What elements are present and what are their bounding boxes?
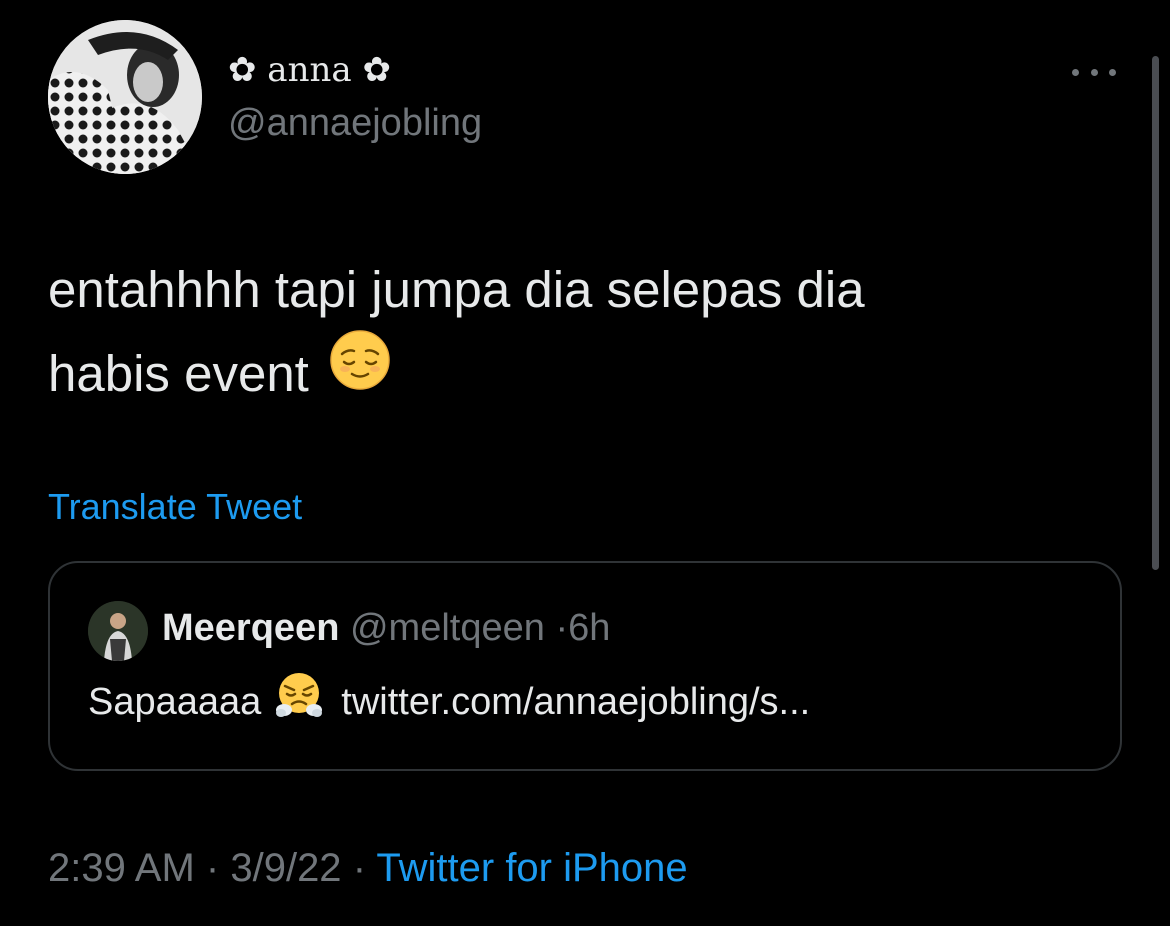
scrollbar[interactable]	[1152, 56, 1159, 570]
meta-separator-2: ·	[352, 846, 367, 890]
more-horizontal-icon	[1072, 68, 1079, 76]
tweet-text-line-2: habis event	[48, 329, 1108, 416]
tweet-time[interactable]: 2:39 AM	[48, 846, 195, 890]
quoted-time[interactable]: 6h	[568, 607, 610, 649]
more-dot-2	[1090, 68, 1098, 76]
tweet-source-link[interactable]: Twitter for iPhone	[376, 846, 687, 890]
quoted-author-avatar[interactable]	[88, 601, 148, 661]
quoted-text-body: Sapaaaaa	[88, 681, 262, 724]
quoted-link[interactable]: twitter.com/annaejobling/s...	[341, 681, 810, 723]
author-handle[interactable]: @annaejobling	[228, 102, 482, 145]
more-dot-3	[1109, 68, 1116, 76]
tweet-text-line-1: entahhhh tapi jumpa dia selepas dia	[48, 261, 865, 318]
author-avatar[interactable]	[48, 20, 202, 174]
author-display-name[interactable]: ✿ anna ✿	[228, 50, 391, 90]
relieved-face-icon	[329, 329, 391, 416]
tweet-date[interactable]: 3/9/22	[230, 846, 341, 890]
quoted-text: Sapaaaaa twitter.com/annaejobling/s...	[88, 673, 810, 729]
quoted-author-handle[interactable]: @meltqeen	[350, 607, 545, 649]
translate-tweet-link[interactable]: Translate Tweet	[48, 486, 302, 528]
face-with-steam-from-nose-icon	[275, 671, 323, 729]
quoted-header: Meerqeen @meltqeen ·6h	[162, 607, 610, 650]
quoted-tweet-card[interactable]: Meerqeen @meltqeen ·6h Sapaaaaa twitter.…	[48, 561, 1122, 771]
tweet-text: entahhhh tapi jumpa dia selepas dia habi…	[48, 248, 1108, 416]
quoted-author-name[interactable]: Meerqeen	[162, 607, 339, 649]
tweet-meta: 2:39 AM · 3/9/22 · Twitter for iPhone	[48, 846, 688, 891]
quoted-separator: ·	[555, 607, 569, 649]
more-options-button[interactable]	[1068, 58, 1120, 86]
tweet-text-line-2-text: habis event	[48, 345, 309, 402]
meta-separator-1: ·	[205, 846, 220, 890]
